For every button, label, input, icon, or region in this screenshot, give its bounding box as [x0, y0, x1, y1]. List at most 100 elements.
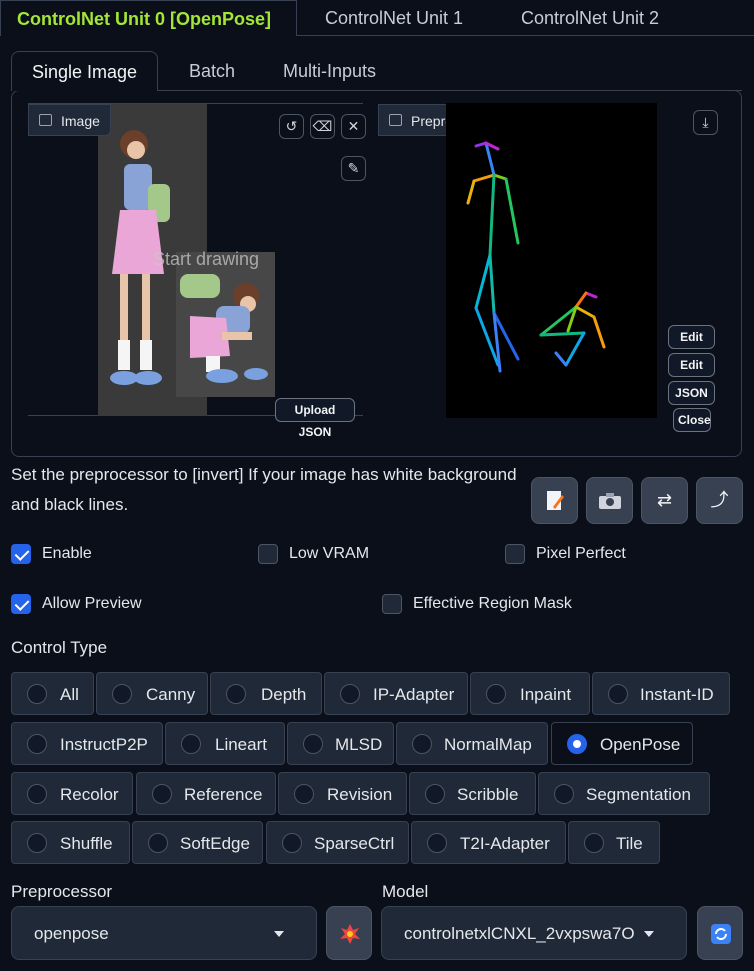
- chevron-down-icon: [274, 931, 284, 937]
- brush-icon[interactable]: ✎: [341, 156, 366, 181]
- control-type-mlsd[interactable]: MLSD: [287, 722, 394, 765]
- control-type-all[interactable]: All: [11, 672, 94, 715]
- model-value: controlnetxlCNXL_2vxpswa7O: [404, 924, 635, 943]
- radio-label: Instant-ID: [640, 685, 714, 704]
- model-label: Model: [382, 882, 429, 901]
- tab-multi-inputs[interactable]: Multi-Inputs: [283, 51, 376, 91]
- input-tabs-divider: [166, 90, 742, 91]
- control-type-tile[interactable]: Tile: [568, 821, 660, 864]
- preprocessor-value: openpose: [34, 924, 109, 943]
- radio-label: Lineart: [215, 735, 267, 754]
- radio-dot: [27, 684, 47, 704]
- control-type-instructp2p[interactable]: InstructP2P: [11, 722, 163, 765]
- radio-label: MLSD: [335, 735, 383, 754]
- pixel-perfect-checkbox[interactable]: [505, 544, 525, 564]
- tab-controlnet-unit-0[interactable]: ControlNet Unit 0 [OpenPose]: [0, 0, 297, 36]
- tab-controlnet-unit-1[interactable]: ControlNet Unit 1: [325, 0, 463, 36]
- undo-icon[interactable]: ↺: [279, 114, 304, 139]
- low-vram-label: Low VRAM: [289, 545, 370, 562]
- radio-dot: [425, 784, 445, 804]
- download-icon[interactable]: ⤓: [693, 110, 718, 135]
- enable-checkbox[interactable]: [11, 544, 31, 564]
- image-label: Image: [28, 104, 111, 136]
- close-icon[interactable]: ✕: [341, 114, 366, 139]
- preprocessor-select[interactable]: openpose: [11, 906, 317, 960]
- control-type-label: Control Type: [11, 638, 108, 657]
- control-type-depth[interactable]: Depth: [210, 672, 322, 715]
- edit-photopea-label: Edit: [680, 330, 703, 344]
- tab-single-image[interactable]: Single Image: [11, 51, 159, 91]
- eraser-icon[interactable]: ⌫: [310, 114, 335, 139]
- control-type-t2i-adapter[interactable]: T2I-Adapter: [411, 821, 566, 864]
- control-type-reference[interactable]: Reference: [136, 772, 276, 815]
- tab-controlnet-unit-2[interactable]: ControlNet Unit 2: [521, 0, 659, 36]
- image-icon: [389, 114, 402, 126]
- pose-preview-image: [446, 103, 657, 418]
- explosion-icon: [340, 924, 360, 944]
- control-type-normalmap[interactable]: NormalMap: [396, 722, 548, 765]
- camera-icon[interactable]: [586, 477, 633, 524]
- radio-dot: [27, 784, 47, 804]
- control-type-shuffle[interactable]: Shuffle: [11, 821, 130, 864]
- radio-label: Shuffle: [60, 834, 113, 853]
- effective-region-mask-checkbox[interactable]: [382, 594, 402, 614]
- control-type-ip-adapter[interactable]: IP-Adapter: [324, 672, 468, 715]
- tab-batch[interactable]: Batch: [189, 51, 235, 91]
- effective-region-mask-label: Effective Region Mask: [413, 595, 572, 612]
- radio-dot: [303, 734, 323, 754]
- document-edit-icon[interactable]: [531, 477, 578, 524]
- radio-dot: [181, 734, 201, 754]
- control-type-inpaint[interactable]: Inpaint: [470, 672, 590, 715]
- swap-icon[interactable]: ⇄: [641, 477, 688, 524]
- radio-label: OpenPose: [600, 735, 681, 754]
- radio-dot: [226, 684, 246, 704]
- radio-label: NormalMap: [444, 735, 532, 754]
- radio-dot: [112, 684, 132, 704]
- control-type-segmentation[interactable]: Segmentation: [538, 772, 710, 815]
- low-vram-checkbox[interactable]: [258, 544, 278, 564]
- radio-dot: [608, 684, 628, 704]
- canvas-placeholder: Start drawing: [153, 249, 260, 269]
- invert-hint: Set the preprocessor to [invert] If your…: [11, 465, 517, 514]
- radio-label: Tile: [616, 834, 643, 853]
- radio-dot: [282, 833, 302, 853]
- control-type-canny[interactable]: Canny: [96, 672, 208, 715]
- control-type-lineart[interactable]: Lineart: [165, 722, 285, 765]
- allow-preview-checkbox[interactable]: [11, 594, 31, 614]
- image-label-text: Image: [61, 113, 100, 129]
- close-preview-button[interactable]: Close: [673, 408, 711, 432]
- control-type-scribble[interactable]: Scribble: [409, 772, 536, 815]
- json-button[interactable]: JSON: [668, 381, 715, 405]
- radio-dot: [294, 784, 314, 804]
- radio-label: Recolor: [60, 785, 119, 804]
- control-type-openpose[interactable]: OpenPose: [551, 722, 693, 765]
- edit-button[interactable]: Edit: [668, 353, 715, 377]
- radio-dot: [427, 833, 447, 853]
- radio-label: T2I-Adapter: [460, 834, 550, 853]
- radio-label: InstructP2P: [60, 735, 148, 754]
- enable-label: Enable: [42, 545, 92, 562]
- run-preprocessor-button[interactable]: [326, 906, 372, 960]
- image-canvas[interactable]: Start drawing: [28, 103, 363, 416]
- source-image-crouching: [176, 252, 275, 397]
- radio-dot: [486, 684, 506, 704]
- control-type-revision[interactable]: Revision: [278, 772, 407, 815]
- refresh-icon: [711, 924, 731, 944]
- radio-dot: [27, 833, 47, 853]
- control-type-recolor[interactable]: Recolor: [11, 772, 133, 815]
- edit-photopea-button[interactable]: Edit: [668, 325, 715, 367]
- radio-label: Inpaint: [520, 685, 572, 704]
- send-dimensions-icon[interactable]: ⤴: [696, 477, 743, 524]
- radio-label: Canny: [146, 685, 196, 704]
- radio-label: Revision: [327, 785, 393, 804]
- radio-label: Depth: [261, 685, 307, 704]
- control-type-instant-id[interactable]: Instant-ID: [592, 672, 730, 715]
- control-type-softedge[interactable]: SoftEdge: [132, 821, 263, 864]
- model-select[interactable]: controlnetxlCNXL_2vxpswa7O: [381, 906, 687, 960]
- radio-label: All: [60, 685, 79, 704]
- control-type-sparsectrl[interactable]: SparseCtrl: [266, 821, 409, 864]
- radio-dot: [152, 784, 172, 804]
- refresh-models-button[interactable]: [697, 906, 743, 960]
- radio-dot: [567, 734, 587, 754]
- upload-json-button[interactable]: Upload JSON: [275, 398, 355, 439]
